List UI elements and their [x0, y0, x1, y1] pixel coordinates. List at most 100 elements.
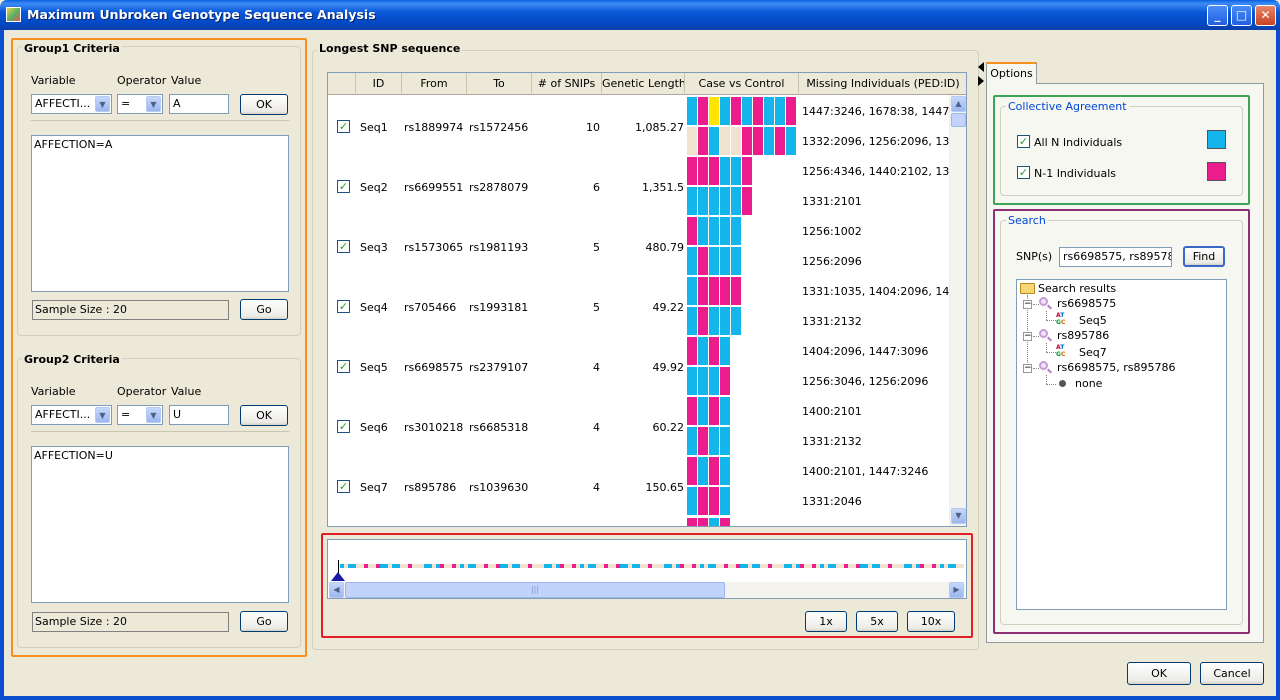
overview-scroll-thumb[interactable]: |||: [345, 582, 725, 598]
ok-button[interactable]: OK: [1127, 662, 1191, 685]
group1-variable-select[interactable]: AFFECTI... ▼: [31, 94, 112, 114]
row-checkbox[interactable]: ✓: [337, 180, 350, 193]
snp-search-input[interactable]: rs6698575, rs895786: [1059, 247, 1172, 267]
row-checkbox[interactable]: ✓: [337, 360, 350, 373]
table-scroll-thumb[interactable]: [951, 113, 966, 127]
group2-value-input[interactable]: U: [169, 405, 229, 425]
row-missing-control: 1331:2132: [802, 315, 862, 328]
collapse-icon[interactable]: −: [1023, 364, 1032, 373]
row-snips: 10: [586, 121, 600, 134]
group1-ok-button[interactable]: OK: [240, 94, 288, 115]
group2-go-button[interactable]: Go: [240, 611, 288, 632]
zoom-10x-button[interactable]: 10x: [907, 611, 955, 632]
group2-variable-select[interactable]: AFFECTI... ▼: [31, 405, 112, 425]
row-missing-control: 1256:3046, 1256:2096: [802, 375, 929, 388]
position-marker-icon[interactable]: [331, 572, 345, 581]
group1-operator-select[interactable]: = ▼: [117, 94, 163, 114]
app-icon: [6, 7, 21, 22]
maximize-button[interactable]: □: [1231, 5, 1252, 26]
tab-options[interactable]: Options: [986, 62, 1037, 84]
case-bar: [698, 337, 709, 365]
table-row[interactable]: ✓ Seq5 rs6698575 rs2379107 4 49.92 1404:…: [328, 336, 950, 396]
collapse-right-icon[interactable]: [978, 76, 986, 88]
tree-query-label[interactable]: rs6698575: [1057, 297, 1116, 310]
row-checkbox[interactable]: ✓: [337, 480, 350, 493]
cancel-button[interactable]: Cancel: [1200, 662, 1264, 685]
col-missing[interactable]: Missing Individuals (PED:ID): [799, 73, 966, 95]
case-bars: [687, 97, 797, 125]
group1-go-button[interactable]: Go: [240, 299, 288, 320]
control-bar: [709, 247, 720, 275]
table-row[interactable]: ✓ Seq1 rs1889974 rs1572456 10 1,085.27 1…: [328, 96, 964, 156]
control-bar: [731, 127, 742, 155]
case-bar: [720, 397, 731, 425]
case-bar: [731, 277, 742, 305]
scroll-right-icon[interactable]: ▶: [949, 582, 964, 598]
col-snips[interactable]: # of SNIPs: [532, 73, 602, 95]
case-bar: [720, 337, 731, 365]
table-row[interactable]: ✓ Seq3 rs1573065 rs1981193 5 480.79 1256…: [328, 216, 950, 276]
tree-query-label[interactable]: rs6698575, rs895786: [1057, 361, 1175, 374]
case-bar: [720, 277, 731, 305]
col-genetic-length[interactable]: Genetic Length: [602, 73, 685, 95]
row-checkbox[interactable]: ✓: [337, 420, 350, 433]
row-length: 60.22: [652, 421, 685, 434]
sequence-table[interactable]: ID From To # of SNIPs Genetic Length Cas…: [327, 72, 967, 527]
row-checkbox[interactable]: ✓: [337, 240, 350, 253]
row-id: Seq7: [360, 481, 388, 494]
col-select[interactable]: [328, 73, 356, 95]
row-from: rs1573065: [404, 241, 464, 254]
control-bars: [687, 127, 797, 155]
control-bar: [698, 487, 709, 515]
zoom-5x-button[interactable]: 5x: [856, 611, 898, 632]
zoom-1x-button[interactable]: 1x: [805, 611, 847, 632]
table-row[interactable]: ✓ Seq6 rs3010218 rs6685318 4 60.22 1400:…: [328, 396, 950, 456]
row-checkbox[interactable]: ✓: [337, 120, 350, 133]
tree-query-label[interactable]: rs895786: [1057, 329, 1109, 342]
overview-horizontal-scrollbar[interactable]: ◀ ||| ▶: [329, 582, 965, 598]
table-row[interactable]: ✓ Seq2 rs6699551 rs2878079 6 1,351.5 125…: [328, 156, 960, 216]
case-bar: [698, 217, 709, 245]
tree-hit-label[interactable]: none: [1075, 377, 1102, 390]
collapse-icon[interactable]: −: [1023, 300, 1032, 309]
tree-hit-label[interactable]: Seq5: [1079, 314, 1107, 327]
control-bar: [720, 247, 731, 275]
snp-overview[interactable]: ◀ ||| ▶: [327, 539, 967, 599]
scroll-left-icon[interactable]: ◀: [329, 582, 344, 598]
group2-criteria-text[interactable]: AFFECTION=U: [31, 446, 289, 603]
row-length: 1,351.5: [642, 181, 684, 194]
n1-color-swatch[interactable]: [1207, 162, 1226, 181]
col-case-control[interactable]: Case vs Control: [685, 73, 799, 95]
table-row[interactable]: ✓ Seq4 rs705466 rs1993181 5 49.22 1331:1…: [328, 276, 960, 336]
case-bar: [731, 217, 742, 245]
case-bar: [698, 157, 709, 185]
scroll-down-icon[interactable]: ▼: [951, 508, 966, 524]
scroll-up-icon[interactable]: ▲: [951, 96, 966, 112]
minimize-button[interactable]: _: [1207, 5, 1228, 26]
col-id[interactable]: ID: [356, 73, 402, 95]
search-results-tree[interactable]: Search results − rs6698575 AT GC Seq5 − r…: [1016, 279, 1227, 610]
case-bar: [709, 217, 720, 245]
n1-checkbox[interactable]: ✓: [1017, 166, 1030, 179]
table-row[interactable]: ✓ Seq7 rs895786 rs1039630 4 150.65 1400:…: [328, 456, 950, 516]
window-frame-left: [0, 30, 4, 700]
collapse-icon[interactable]: −: [1023, 332, 1032, 341]
collapse-left-icon[interactable]: [978, 62, 986, 74]
col-to[interactable]: To: [467, 73, 532, 95]
control-bar: [698, 127, 709, 155]
group1-value-input[interactable]: A: [169, 94, 229, 114]
group1-criteria-text[interactable]: AFFECTION=A: [31, 135, 289, 292]
close-button[interactable]: ✕: [1255, 5, 1276, 26]
all-n-checkbox[interactable]: ✓: [1017, 135, 1030, 148]
tree-root-label[interactable]: Search results: [1038, 282, 1116, 295]
group2-operator-select[interactable]: = ▼: [117, 405, 163, 425]
find-button[interactable]: Find: [1183, 246, 1225, 267]
table-vertical-scrollbar[interactable]: ▲ ▼: [949, 95, 966, 526]
col-from[interactable]: From: [402, 73, 467, 95]
tree-hit-label[interactable]: Seq7: [1079, 346, 1107, 359]
group2-ok-button[interactable]: OK: [240, 405, 288, 426]
control-bars: [687, 307, 742, 335]
all-n-color-swatch[interactable]: [1207, 130, 1226, 149]
group2-variable-value: AFFECTI...: [35, 408, 91, 421]
row-checkbox[interactable]: ✓: [337, 300, 350, 313]
